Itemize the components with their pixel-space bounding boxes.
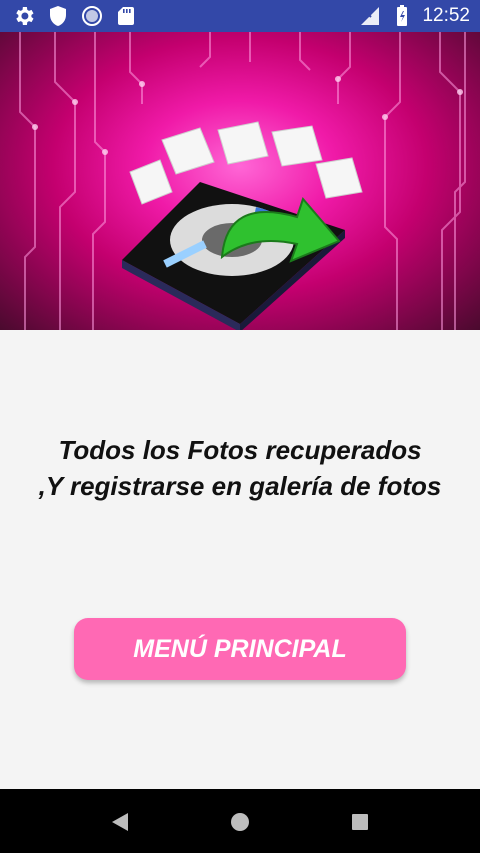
status-right-icons: 12:52 (358, 0, 470, 32)
status-left-icons (12, 4, 138, 28)
main-menu-button[interactable]: MENÚ PRINCIPAL (74, 618, 406, 680)
status-bar: 12:52 (0, 0, 480, 32)
battery-icon (397, 5, 408, 26)
hard-drive-recovery-icon (19, 32, 466, 330)
circle-dots-icon (82, 6, 102, 26)
sd-card-icon (118, 7, 134, 25)
gear-icon (16, 7, 34, 25)
shield-icon (50, 6, 66, 26)
message-line-2: ,Y registrarse en galería de fotos (38, 471, 442, 501)
recovery-message: Todos los Fotos recuperados ,Y registrar… (0, 432, 480, 504)
recents-icon[interactable] (350, 811, 370, 833)
header-banner (0, 32, 480, 330)
home-icon[interactable] (229, 811, 251, 833)
message-line-1: Todos los Fotos recuperados (58, 435, 422, 465)
status-time: 12:52 (422, 5, 470, 26)
signal-icon (361, 7, 380, 25)
back-icon[interactable] (108, 811, 132, 833)
navigation-bar (0, 789, 480, 853)
